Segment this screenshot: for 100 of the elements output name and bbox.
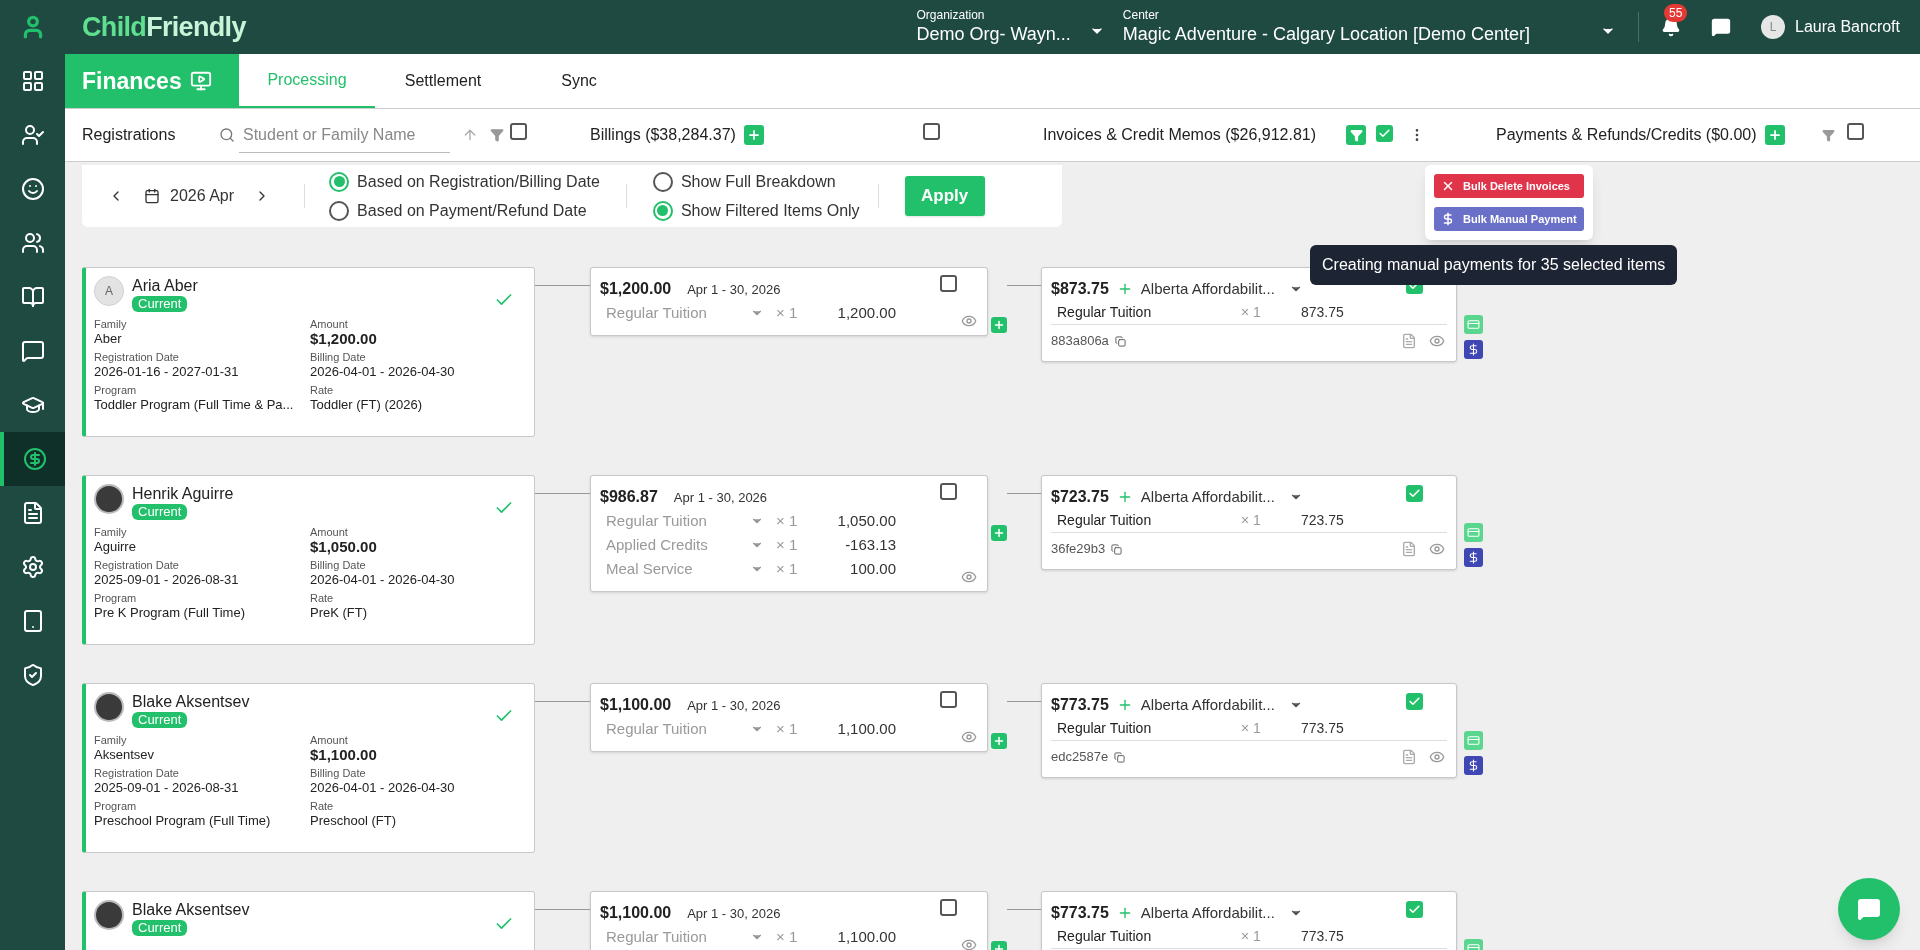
invoice-card[interactable]: $773.75 Alberta Affordabilit... Regular Tuition × 1 773.75 [1041, 891, 1457, 950]
dollar-icon[interactable] [0, 432, 65, 486]
field-label: Amount [310, 734, 349, 746]
add-button[interactable] [991, 733, 1007, 749]
center-label: Center [1122, 8, 1160, 24]
add-button[interactable] [1764, 125, 1785, 145]
registration-card[interactable]: A Aria Aber Current Family Aber Amount $1,200.00 Registration Date 2026-01-16 - 2027-01-31 Billing Date 2026-04-01 - 2026-04-30 Program Toddler Program (Full Time & Pa... Rate Toddler (FT) (2026) [82, 267, 535, 437]
sort-icon[interactable] [462, 127, 478, 143]
card-button[interactable] [1464, 315, 1483, 334]
payment-button[interactable] [1464, 548, 1483, 567]
eye-icon[interactable] [1429, 333, 1445, 349]
quantity: × 1 [776, 926, 799, 947]
checkbox[interactable] [1406, 901, 1423, 918]
provider-name[interactable]: Alberta Affordabilit... [1140, 277, 1275, 301]
payment-button[interactable] [1464, 756, 1483, 775]
checkbox[interactable] [1376, 125, 1393, 142]
plus-icon [993, 319, 1005, 331]
video-icon[interactable] [189, 70, 212, 92]
quantity: × 1 [1241, 511, 1262, 530]
radio-label[interactable]: Show Filtered Items Only [680, 198, 860, 223]
radio-button[interactable] [652, 200, 673, 221]
checkbox[interactable] [940, 275, 957, 292]
column-title: Payments & Refunds/Credits ($0.00) [1496, 125, 1757, 145]
filter-button[interactable] [1346, 125, 1366, 145]
checkbox[interactable] [923, 123, 940, 140]
field-value: 2026-04-01 - 2026-04-30 [310, 779, 456, 796]
eye-icon[interactable] [1429, 541, 1445, 557]
card-button[interactable] [1464, 523, 1483, 542]
invoice-card[interactable]: $773.75 Alberta Affordabilit... Regular Tuition × 1 773.75 edc2587e [1041, 683, 1457, 778]
eye-icon[interactable] [961, 313, 977, 329]
field-value: 2025-09-01 - 2026-08-31 [94, 779, 240, 796]
provider-name[interactable]: Alberta Affordabilit... [1140, 693, 1275, 717]
search-field[interactable]: Student or Family Name [239, 117, 450, 153]
field-label: Amount [310, 526, 349, 538]
close-icon [1441, 179, 1455, 193]
radio-label[interactable]: Based on Payment/Refund Date [357, 198, 587, 223]
chat-icon[interactable] [1711, 17, 1732, 37]
copy-icon[interactable] [1114, 751, 1126, 763]
organization-select[interactable]: Demo Org- Wayn... [916, 23, 1071, 46]
radio-label[interactable]: Show Full Breakdown [680, 169, 836, 194]
menu-item[interactable]: Bulk Manual Payment [1434, 207, 1584, 231]
add-button[interactable] [991, 525, 1007, 541]
billing-period: Apr 1 - 30, 2026 [673, 489, 768, 507]
copy-icon[interactable] [1114, 335, 1126, 347]
field-label: Program [94, 384, 138, 396]
registration-card[interactable]: Blake Aksentsev Current Family Aksentsev Amount $1,100.00 Registration Date 2025-09-01 - 2026-08-31 Billing Date 2026-04-01 - 2026-04-30 Program Preschool Program (Full Time) Rate Preschool (FT) [82, 683, 535, 853]
radio-button[interactable] [652, 171, 673, 192]
invoice-card[interactable]: $723.75 Alberta Affordabilit... Regular Tuition × 1 723.75 36fe29b3 [1041, 475, 1457, 570]
billing-card[interactable]: $986.87 Apr 1 - 30, 2026 Regular Tuition × 1 1,050.00 Applied Credits × 1 -163.13 Meal Service × 1 100.00 [590, 475, 988, 592]
provider-name[interactable]: Alberta Affordabilit... [1140, 485, 1275, 509]
radio-label[interactable]: Based on Registration/Billing Date [357, 169, 600, 194]
tab[interactable]: Sync [511, 54, 647, 108]
field-label: Rate [310, 800, 335, 812]
checkbox[interactable] [940, 483, 957, 500]
user-name[interactable]: Laura Bancroft [1795, 15, 1900, 39]
chat-button[interactable] [1838, 878, 1900, 940]
checkbox[interactable] [1846, 123, 1864, 140]
payment-button[interactable] [1464, 340, 1483, 359]
checkbox[interactable] [1406, 485, 1423, 502]
billing-card[interactable]: $1,100.00 Apr 1 - 30, 2026 Regular Tuition × 1 1,100.00 [590, 683, 988, 752]
center-select[interactable]: Magic Adventure - Calgary Location [Demo Center] [1122, 23, 1531, 46]
billing-card[interactable]: $1,100.00 Apr 1 - 30, 2026 Regular Tuition × 1 1,100.00 [590, 891, 988, 950]
add-button[interactable] [743, 125, 764, 145]
line-item-name: Regular Tuition [1056, 719, 1153, 738]
filter-icon[interactable] [490, 128, 504, 142]
checkbox[interactable] [940, 691, 957, 708]
eye-icon[interactable] [1429, 749, 1445, 765]
registration-card[interactable]: Henrik Aguirre Current Family Aguirre Amount $1,050.00 Registration Date 2025-09-01 - 2026-08-31 Billing Date 2026-04-01 - 2026-04-30 Program Pre K Program (Full Time) Rate PreK (FT) [82, 475, 535, 645]
student-name: Blake Aksentsev [132, 692, 250, 712]
checkbox[interactable] [940, 899, 957, 916]
add-button[interactable] [991, 317, 1007, 333]
copy-icon[interactable] [1111, 543, 1123, 555]
registration-card[interactable]: Blake Aksentsev Current [82, 891, 535, 950]
line-item-name: Regular Tuition [1056, 927, 1153, 946]
tab[interactable]: Settlement [375, 54, 511, 108]
field-label: Program [94, 592, 138, 604]
provider-name[interactable]: Alberta Affordabilit... [1140, 901, 1275, 925]
card-button[interactable] [1464, 731, 1483, 750]
field-value: $1,200.00 [310, 330, 378, 347]
field-value: $1,100.00 [310, 746, 378, 763]
eye-icon[interactable] [961, 937, 977, 950]
radio-button[interactable] [329, 200, 350, 221]
section-title: Finances [82, 66, 182, 96]
dollar-icon [1467, 343, 1480, 356]
checkbox[interactable] [510, 123, 527, 140]
quantity: × 1 [1241, 303, 1262, 322]
radio-button[interactable] [329, 171, 350, 192]
logo[interactable]: ChildFriendly [82, 6, 246, 48]
eye-icon[interactable] [961, 569, 977, 585]
field-label: Amount [310, 318, 349, 330]
billing-card[interactable]: $1,200.00 Apr 1 - 30, 2026 Regular Tuition × 1 1,200.00 [590, 267, 988, 336]
line-item-name: Regular Tuition [1056, 303, 1153, 322]
eye-icon[interactable] [961, 729, 977, 745]
checkbox[interactable] [1406, 693, 1423, 710]
field-label: Family [94, 734, 128, 746]
chat-icon [1857, 897, 1881, 921]
menu-item[interactable]: Bulk Delete Invoices [1434, 174, 1584, 198]
invoice-amount: $873.75 [1051, 279, 1109, 299]
field-label: Family [94, 318, 128, 330]
quantity: × 1 [776, 534, 799, 555]
